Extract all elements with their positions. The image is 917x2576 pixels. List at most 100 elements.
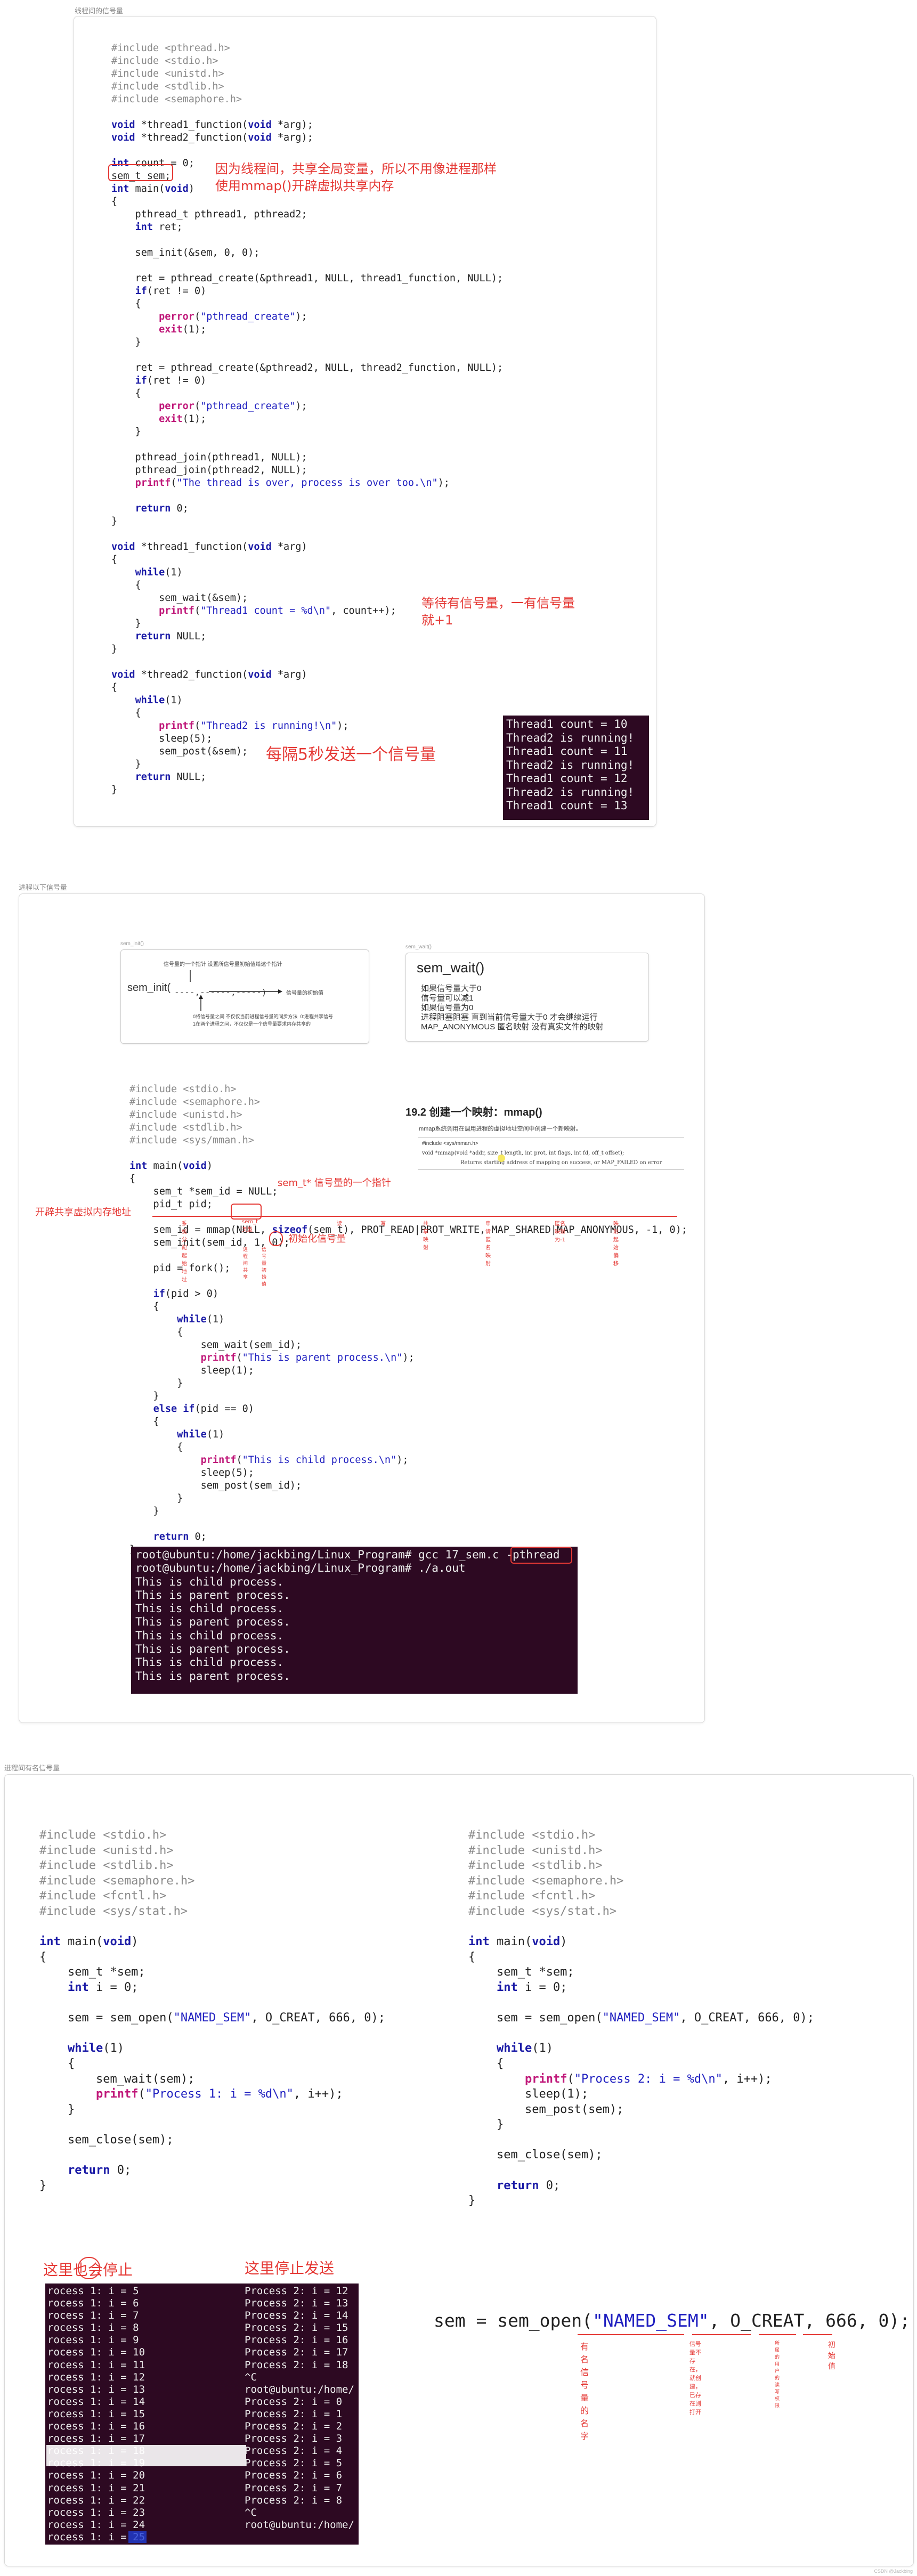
terminal3-right-line: Process 2: i = 2 (245, 2420, 343, 2433)
section2-code-block: #include <stdio.h> #include <semaphore.h… (129, 1083, 687, 1556)
code3-right-line: sem = sem_open("NAMED_SEM", O_CREAT, 666… (468, 2011, 815, 2025)
code2-line: #include <semaphore.h> (129, 1096, 261, 1108)
code1-line: printf("Thread1 count = %d\n", count++); (159, 605, 396, 616)
terminal3-left-line: rocess 1: i = 8 (47, 2322, 139, 2334)
code3-left-line: sem = sem_open("NAMED_SEM", O_CREAT, 666… (39, 2011, 386, 2025)
section2-label: 进程以下信号量 (19, 883, 68, 891)
code3-left-line: #include <fcntl.h> (39, 1889, 167, 1903)
code2-line: printf("This is parent process.\n"); (200, 1352, 415, 1363)
code1-line: return NULL; (135, 771, 207, 783)
sem-wait-line: 如果信号量大于0 (421, 984, 482, 993)
code2-line: sem_wait(sem_id); (129, 1339, 302, 1351)
terminal3-right-line: ^C (245, 2506, 257, 2518)
sem-open-arg-underline (759, 2334, 796, 2335)
sem-init-arrows (190, 970, 282, 1011)
code2-line: } (129, 1378, 183, 1389)
terminal2-line: This is parent process. (135, 1588, 290, 1602)
terminal3-right-line: Process 2: i = 15 (245, 2322, 348, 2334)
code2-line: while(1) (177, 1429, 225, 1440)
terminal3-right-line: Process 2: i = 1 (245, 2408, 343, 2420)
terminal3-left-line: rocess 1: i = 22 (47, 2494, 145, 2506)
terminal3-right-line: ^C (245, 2371, 257, 2383)
mmap-underline (152, 1216, 677, 1217)
sem-init-note-bottom: 0将信号量之间 不仅仅当前进程信号量的同步方法 0:进程共享信号 1在两个进程之… (193, 1014, 334, 1027)
section3-code-right: #include <stdio.h> #include <unistd.h> #… (468, 1828, 814, 2209)
code3-right-line: sem_close(sem); (468, 2148, 603, 2162)
code2-line: sem_id = mmap(NULL, sizeof(sem_t), PROT_… (129, 1224, 687, 1236)
mmap-arg-note: 映射起始偏移 (613, 1221, 619, 1267)
mmap-arg-note: 写 (380, 1221, 386, 1227)
code2-line: #include <stdlib.h> (129, 1122, 242, 1133)
code2-line: sem_t *sem_id = NULL; (129, 1186, 278, 1197)
sem-init-note-right: 信号量的初始值 (286, 990, 323, 996)
sem-open-arg-underline (578, 2334, 684, 2335)
code2-line: sem_post(sem_id); (129, 1480, 302, 1491)
section2-card: sem_init() 信号量的一个指针 设置所信号量初始值给这个指针 sem_i… (19, 893, 705, 1723)
code1-line: perror("pthread_create"); (159, 401, 307, 412)
code1-line: void *thread2_function(void *arg); (111, 132, 313, 143)
terminal3-right-line: Process 2: i = 16 (245, 2334, 348, 2346)
code3-left-line: return 0; (67, 2164, 132, 2177)
code1-line: ret = pthread_create(&pthread1, NULL, th… (111, 273, 504, 284)
terminal3-right-line: Process 2: i = 18 (245, 2359, 348, 2371)
code3-right-line: printf("Process 2: i = %d\n", i++); (524, 2072, 772, 2086)
code1-line: return 0; (135, 503, 189, 514)
footer-watermark: CSDN @Jackbing (874, 2569, 913, 2574)
code3-right-line: { (468, 1950, 476, 1964)
section3-terminal-left: rocess 1: i = 5 rocess 1: i = 6 rocess 1… (47, 2285, 239, 2544)
terminal2-line: root@ubuntu:/home/jackbing/Linux_Program… (135, 1548, 560, 1561)
code2-line: pid = fork(); (129, 1263, 231, 1274)
code3-left-line: } (39, 2179, 47, 2192)
section3-card: #include <stdio.h> #include <unistd.h> #… (4, 1774, 914, 2566)
sem-open-big-call: sem = sem_open("NAMED_SEM", O_CREAT, 666… (434, 2310, 911, 2331)
code3-left-line: { (39, 1950, 47, 1964)
code3-left-line: #include <stdlib.h> (39, 1859, 174, 1873)
terminal3-left-line: rocess 1: i = 15 (47, 2408, 145, 2420)
terminal3-right-line: Process 2: i = 17 (245, 2346, 348, 2359)
sem-wait-line: MAP_ANONYMOUS 匿名映射 没有真实文件的映射 (421, 1022, 604, 1031)
code1-line: int main(void) (111, 183, 194, 194)
code1-line: sem_wait(&sem); (111, 592, 248, 604)
code1-line: while(1) (135, 567, 183, 578)
code2-line: } (129, 1506, 159, 1517)
code3-right-line: int main(void) (468, 1935, 567, 1949)
code3-left-line: #include <stdio.h> (39, 1829, 167, 1842)
code2-line: return 0; (153, 1531, 207, 1542)
code1-line: } (111, 426, 141, 437)
code1-line: } (111, 784, 118, 795)
terminal3-right-line: root@ubuntu:/home/ (245, 2518, 354, 2531)
sem-wait-line: 如果信号量为0 (421, 1003, 474, 1012)
terminal3-left-line: rocess 1: i = 12 (47, 2371, 145, 2383)
section1-label: 线程间的信号量 (75, 7, 124, 15)
code1-line: pthread_t pthread1, pthread2; (111, 209, 307, 220)
code3-right-line: sleep(1); (468, 2087, 589, 2101)
code3-left-line: } (39, 2102, 75, 2116)
code1-line: sem_post(&sem); (111, 746, 248, 757)
code1-line: ret = pthread_create(&pthread2, NULL, th… (111, 362, 504, 373)
code1-line: { (111, 580, 141, 591)
code3-right-line: #include <stdlib.h> (468, 1859, 603, 1873)
terminal-selection-bar (46, 2445, 246, 2466)
annotation-wait: 等待有信号量，一有信号量 就+1 (421, 596, 575, 628)
section1-code-block: #include <pthread.h> #include <stdio.h> … (111, 42, 503, 797)
code1-line: { (111, 554, 118, 565)
terminal1-line: Thread2 is running! (506, 731, 635, 744)
code1-line: exit(1); (159, 413, 207, 425)
code1-line: } (111, 618, 141, 629)
code1-line: } (111, 337, 141, 348)
terminal2-line: root@ubuntu:/home/jackbing/Linux_Program… (135, 1562, 466, 1575)
code2-line: int main(void) (129, 1160, 213, 1172)
terminal3-left-line: rocess 1: i = 13 (47, 2383, 145, 2395)
code3-left-line: #include <sys/stat.h> (39, 1904, 188, 1918)
code2-line: { (129, 1173, 136, 1184)
terminal3-right-line: Process 2: i = 7 (245, 2482, 343, 2494)
terminal2-line: This is child process. (135, 1575, 284, 1588)
code1-line: #include <pthread.h> (111, 43, 230, 54)
sem-init-thumb-label: sem_init() (120, 941, 144, 947)
terminal3-right-line: Process 2: i = 13 (245, 2297, 348, 2310)
sem-open-arg-underline (692, 2334, 751, 2335)
terminal-cursor-highlight (128, 2531, 147, 2543)
code3-right-line: return 0; (496, 2179, 561, 2192)
terminal3-right-line: root@ubuntu:/home/ (245, 2383, 354, 2395)
code3-right-line: } (468, 2118, 504, 2132)
